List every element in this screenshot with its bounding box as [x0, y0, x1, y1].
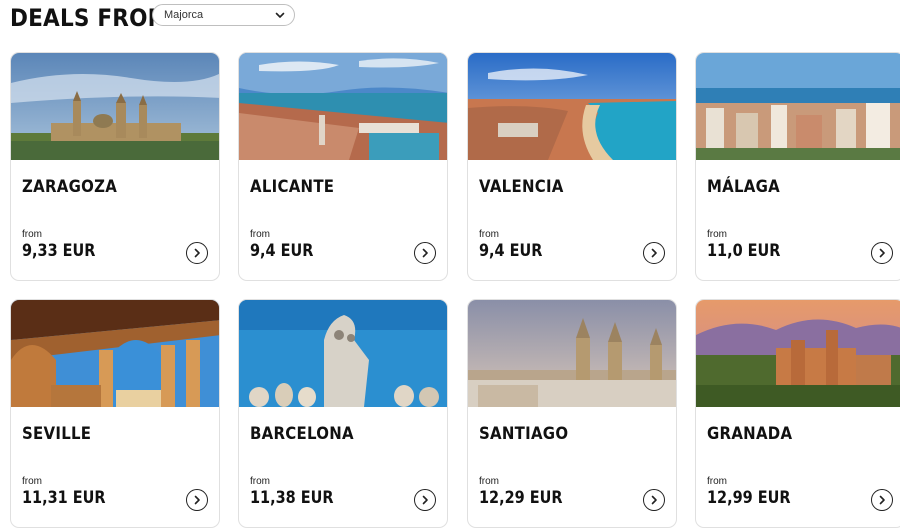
price: 9,4 EUR — [250, 241, 314, 261]
city-photo — [11, 300, 219, 407]
city-photo — [696, 53, 900, 160]
from-label: from — [250, 476, 270, 487]
price: 12,99 EUR — [707, 488, 791, 508]
price: 9,33 EUR — [22, 241, 96, 261]
from-label: from — [250, 229, 270, 240]
chevron-right-circle-icon[interactable] — [414, 242, 436, 264]
chevron-right-circle-icon[interactable] — [643, 489, 665, 511]
deal-card-alicante[interactable]: ALICANTE from 9,4 EUR — [238, 52, 448, 281]
city-name: MÁLAGA — [707, 177, 781, 197]
city-name: BARCELONA — [250, 424, 354, 444]
chevron-right-circle-icon[interactable] — [414, 489, 436, 511]
deal-card-barcelona[interactable]: BARCELONA from 11,38 EUR — [238, 299, 448, 528]
city-photo — [11, 53, 219, 160]
price: 9,4 EUR — [479, 241, 543, 261]
city-photo — [696, 300, 900, 407]
deal-card-valencia[interactable]: VALENCIA from 9,4 EUR — [467, 52, 677, 281]
city-name: ALICANTE — [250, 177, 335, 197]
deal-card-granada[interactable]: GRANADA from 12,99 EUR — [695, 299, 900, 528]
chevron-right-circle-icon[interactable] — [186, 242, 208, 264]
price: 12,29 EUR — [479, 488, 563, 508]
city-name: SEVILLE — [22, 424, 92, 444]
from-label: from — [22, 476, 42, 487]
city-photo — [239, 53, 447, 160]
deal-card-santiago[interactable]: SANTIAGO from 12,29 EUR — [467, 299, 677, 528]
city-photo — [239, 300, 447, 407]
origin-select[interactable]: Majorca — [152, 4, 295, 26]
chevron-right-circle-icon[interactable] — [871, 489, 893, 511]
origin-select-value: Majorca — [164, 9, 204, 21]
chevron-right-circle-icon[interactable] — [871, 242, 893, 264]
chevron-right-circle-icon[interactable] — [186, 489, 208, 511]
city-name: SANTIAGO — [479, 424, 569, 444]
city-name: GRANADA — [707, 424, 793, 444]
page-title: DEALS FROM — [10, 4, 170, 32]
city-name: VALENCIA — [479, 177, 564, 197]
deal-card-zaragoza[interactable]: ZARAGOZA from 9,33 EUR — [10, 52, 220, 281]
deal-card-malaga[interactable]: MÁLAGA from 11,0 EUR — [695, 52, 900, 281]
city-photo — [468, 300, 676, 407]
chevron-right-circle-icon[interactable] — [643, 242, 665, 264]
from-label: from — [22, 229, 42, 240]
from-label: from — [479, 476, 499, 487]
deal-card-seville[interactable]: SEVILLE from 11,31 EUR — [10, 299, 220, 528]
chevron-down-icon — [275, 12, 285, 18]
price: 11,38 EUR — [250, 488, 334, 508]
city-name: ZARAGOZA — [22, 177, 118, 197]
price: 11,31 EUR — [22, 488, 106, 508]
from-label: from — [707, 476, 727, 487]
from-label: from — [479, 229, 499, 240]
price: 11,0 EUR — [707, 241, 781, 261]
city-photo — [468, 53, 676, 160]
from-label: from — [707, 229, 727, 240]
